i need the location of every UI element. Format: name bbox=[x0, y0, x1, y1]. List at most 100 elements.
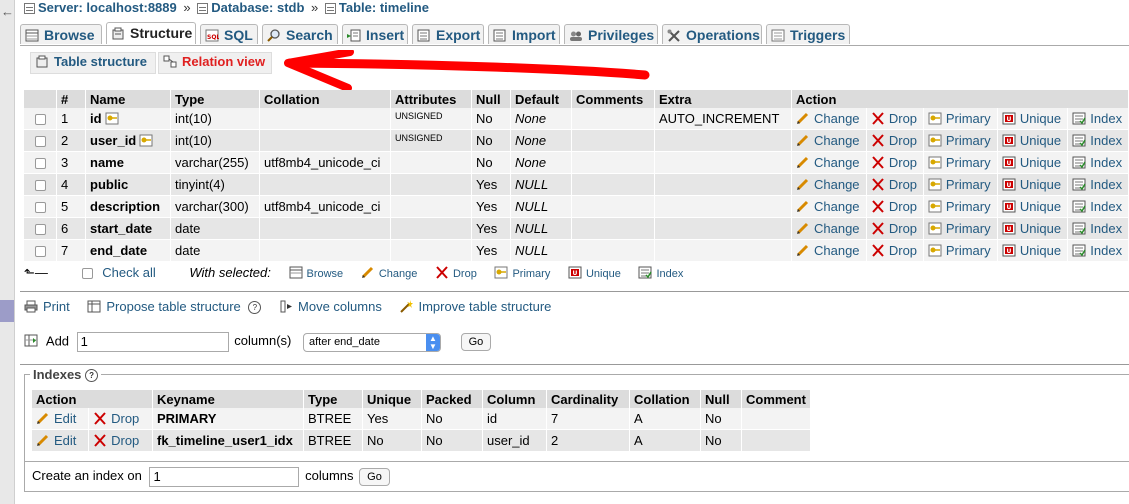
tab-label: Structure bbox=[130, 25, 193, 41]
primary-column-link[interactable]: Primary bbox=[928, 133, 991, 148]
check-all-checkbox[interactable] bbox=[81, 268, 93, 280]
row-checkbox[interactable] bbox=[34, 224, 46, 236]
collapse-arrow-icon[interactable]: ← bbox=[1, 4, 14, 19]
primary-column-link[interactable]: Primary bbox=[928, 177, 991, 192]
column-header-comments[interactable]: Comments bbox=[571, 90, 655, 108]
column-header-type[interactable]: Type bbox=[170, 90, 260, 108]
column-header-default[interactable]: Default bbox=[510, 90, 572, 108]
column-header-extra[interactable]: Extra bbox=[654, 90, 792, 108]
primary-column-link[interactable]: Primary bbox=[928, 155, 991, 170]
change-column-link[interactable]: Change bbox=[796, 243, 860, 258]
help-icon[interactable]: ? bbox=[85, 369, 99, 382]
bulk-browse-button[interactable]: Browse bbox=[289, 266, 343, 280]
primary-column-link[interactable]: Primary bbox=[928, 243, 991, 258]
column-header-null[interactable]: Null bbox=[471, 90, 511, 108]
unique-column-link[interactable]: U Unique bbox=[1002, 177, 1061, 192]
tab-label: Insert bbox=[366, 27, 405, 43]
tab-triggers[interactable]: Triggers bbox=[766, 24, 850, 44]
index-column-link[interactable]: Index bbox=[1072, 133, 1122, 148]
primary-column-link[interactable]: Primary bbox=[928, 199, 991, 214]
column-header-collation[interactable]: Collation bbox=[259, 90, 391, 108]
print-link[interactable]: Print bbox=[24, 299, 70, 314]
unique-column-link[interactable]: U Unique bbox=[1002, 155, 1061, 170]
subtab-relation-view[interactable]: Relation view bbox=[158, 52, 272, 74]
improve-structure-link[interactable]: Improve table structure bbox=[399, 299, 551, 314]
add-column-form: Add 1 column(s) after end_date ▲ ▼ Go bbox=[24, 332, 492, 352]
tab-insert[interactable]: Insert bbox=[342, 24, 408, 44]
change-column-link[interactable]: Change bbox=[796, 111, 860, 126]
propose-structure-link[interactable]: Propose table structure ? bbox=[87, 299, 262, 314]
breadcrumb-server[interactable]: Server: localhost:8889 bbox=[38, 0, 177, 15]
breadcrumb-separator: » bbox=[311, 0, 319, 15]
check-all-link[interactable]: Check all bbox=[102, 265, 155, 280]
improve-structure-label: Improve table structure bbox=[418, 299, 552, 314]
tab-sql[interactable]: SQL SQL bbox=[200, 24, 258, 44]
create-index-go-button[interactable]: Go bbox=[359, 467, 390, 486]
index-column-link[interactable]: Index bbox=[1072, 111, 1122, 126]
change-column-link[interactable]: Change bbox=[796, 133, 860, 148]
index-column-link[interactable]: Index bbox=[1072, 199, 1122, 214]
index-column-link[interactable]: Index bbox=[1072, 155, 1122, 170]
row-checkbox[interactable] bbox=[34, 202, 46, 214]
add-column-count-input[interactable]: 1 bbox=[76, 332, 229, 352]
create-index-count-input[interactable]: 1 bbox=[149, 466, 300, 487]
indexes-legend-label: Indexes bbox=[33, 367, 82, 382]
change-column-link[interactable]: Change bbox=[796, 221, 860, 236]
tab-search[interactable]: Search bbox=[262, 24, 338, 44]
drop-column-link[interactable]: Drop bbox=[871, 133, 917, 148]
primary-column-link[interactable]: Primary bbox=[928, 221, 991, 236]
search-icon bbox=[267, 29, 280, 42]
tab-privileges[interactable]: Privileges bbox=[564, 24, 658, 44]
column-header-attributes[interactable]: Attributes bbox=[390, 90, 472, 108]
breadcrumb-database[interactable]: Database: stdb bbox=[211, 0, 304, 15]
index-label: Index bbox=[1090, 155, 1123, 170]
row-checkbox[interactable] bbox=[34, 114, 46, 126]
change-column-link[interactable]: Change bbox=[796, 199, 860, 214]
row-checkbox[interactable] bbox=[34, 136, 46, 148]
drop-column-link[interactable]: Drop bbox=[871, 221, 917, 236]
action-unique-cell: U Unique bbox=[997, 173, 1069, 196]
index-column-link[interactable]: Index bbox=[1072, 221, 1122, 236]
drop-index-link[interactable]: Drop bbox=[93, 433, 139, 448]
index-column-link[interactable]: Index bbox=[1072, 177, 1122, 192]
bulk-drop-button[interactable]: Drop bbox=[435, 266, 477, 280]
subtab-table-structure[interactable]: Table structure bbox=[30, 52, 156, 74]
bulk-index-button[interactable]: Index bbox=[638, 266, 683, 280]
drop-column-link[interactable]: Drop bbox=[871, 177, 917, 192]
primary-column-link[interactable]: Primary bbox=[928, 111, 991, 126]
bulk-primary-button[interactable]: Primary bbox=[494, 266, 550, 280]
tab-browse[interactable]: Browse bbox=[20, 24, 102, 44]
edit-index-link[interactable]: Edit bbox=[36, 433, 76, 448]
bulk-change-button[interactable]: Change bbox=[361, 266, 417, 280]
index-column-link[interactable]: Index bbox=[1072, 243, 1122, 258]
bulk-unique-button[interactable]: U Unique bbox=[568, 266, 621, 280]
drop-index-link[interactable]: Drop bbox=[93, 411, 139, 426]
help-icon[interactable]: ? bbox=[248, 301, 262, 314]
unique-column-link[interactable]: U Unique bbox=[1002, 133, 1061, 148]
add-column-label: Add bbox=[45, 333, 70, 349]
change-column-link[interactable]: Change bbox=[796, 177, 860, 192]
row-checkbox[interactable] bbox=[34, 158, 46, 170]
drop-column-link[interactable]: Drop bbox=[871, 199, 917, 214]
tab-import[interactable]: Import bbox=[488, 24, 560, 44]
unique-column-link[interactable]: U Unique bbox=[1002, 111, 1061, 126]
row-checkbox[interactable] bbox=[34, 246, 46, 258]
drop-column-link[interactable]: Drop bbox=[871, 155, 917, 170]
move-columns-link[interactable]: Move columns bbox=[279, 299, 382, 314]
unique-column-link[interactable]: U Unique bbox=[1002, 243, 1061, 258]
change-column-link[interactable]: Change bbox=[796, 155, 860, 170]
index-keyname: fk_timeline_user1_idx bbox=[152, 429, 304, 452]
tab-structure[interactable]: Structure bbox=[106, 22, 196, 44]
drop-column-link[interactable]: Drop bbox=[871, 111, 917, 126]
breadcrumb-table[interactable]: Table: timeline bbox=[339, 0, 429, 15]
drop-column-link[interactable]: Drop bbox=[871, 243, 917, 258]
tab-export[interactable]: Export bbox=[412, 24, 484, 44]
column-header-name[interactable]: Name bbox=[85, 90, 171, 108]
tab-operations[interactable]: Operations bbox=[662, 24, 762, 44]
unique-column-link[interactable]: U Unique bbox=[1002, 199, 1061, 214]
add-column-go-button[interactable]: Go bbox=[460, 333, 492, 351]
add-column-position-select[interactable]: after end_date ▲ ▼ bbox=[303, 332, 441, 352]
row-checkbox[interactable] bbox=[34, 180, 46, 192]
unique-column-link[interactable]: U Unique bbox=[1002, 221, 1061, 236]
edit-index-link[interactable]: Edit bbox=[36, 411, 76, 426]
